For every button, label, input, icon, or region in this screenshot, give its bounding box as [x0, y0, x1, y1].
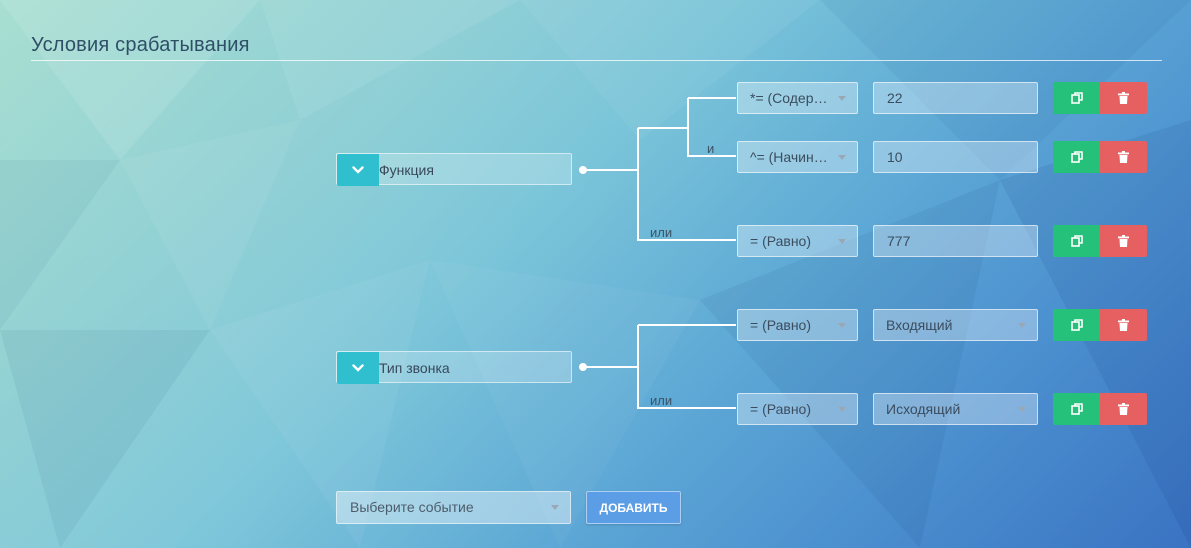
- event-select[interactable]: Выберите событие: [336, 491, 571, 524]
- trash-icon: [1118, 151, 1129, 163]
- condition-field-function[interactable]: Функция: [336, 153, 572, 186]
- caret-down-icon: [551, 505, 559, 510]
- value-input[interactable]: 10: [873, 141, 1038, 173]
- copy-icon: [1070, 235, 1083, 247]
- toggle-button[interactable]: [337, 352, 379, 384]
- delete-button[interactable]: [1100, 141, 1147, 173]
- copy-button[interactable]: [1053, 82, 1100, 114]
- copy-icon: [1070, 403, 1083, 415]
- operator-select[interactable]: *= (Содержит): [737, 82, 858, 114]
- copy-button[interactable]: [1053, 393, 1100, 425]
- trash-icon: [1118, 235, 1129, 247]
- add-button[interactable]: ДОБАВИТЬ: [586, 491, 681, 524]
- delete-button[interactable]: [1100, 225, 1147, 257]
- copy-icon: [1070, 151, 1083, 163]
- field-label: Функция: [379, 162, 434, 178]
- field-label: Тип звонка: [379, 360, 450, 376]
- operator-select[interactable]: = (Равно): [737, 393, 858, 425]
- copy-icon: [1070, 319, 1083, 331]
- connector-or: или: [650, 393, 673, 408]
- condition-field-call-type[interactable]: Тип звонка: [336, 351, 572, 384]
- copy-button[interactable]: [1053, 309, 1100, 341]
- caret-down-icon: [838, 155, 846, 160]
- caret-down-icon: [1018, 407, 1026, 412]
- value-input[interactable]: 777: [873, 225, 1038, 257]
- trash-icon: [1118, 319, 1129, 331]
- trash-icon: [1118, 403, 1129, 415]
- value-select[interactable]: Исходящий: [873, 393, 1038, 425]
- copy-button[interactable]: [1053, 141, 1100, 173]
- caret-down-icon: [838, 323, 846, 328]
- caret-down-icon: [838, 96, 846, 101]
- operator-select[interactable]: ^= (Начинается с): [737, 141, 858, 173]
- delete-button[interactable]: [1100, 309, 1147, 341]
- delete-button[interactable]: [1100, 82, 1147, 114]
- operator-select[interactable]: = (Равно): [737, 309, 858, 341]
- caret-down-icon: [1018, 323, 1026, 328]
- connector-or: или: [650, 225, 673, 240]
- delete-button[interactable]: [1100, 393, 1147, 425]
- value-input[interactable]: 22: [873, 82, 1038, 114]
- operator-select[interactable]: = (Равно): [737, 225, 858, 257]
- connector-and: и: [707, 141, 715, 156]
- chevron-down-icon: [352, 166, 364, 174]
- copy-button[interactable]: [1053, 225, 1100, 257]
- caret-down-icon: [838, 407, 846, 412]
- caret-down-icon: [838, 239, 846, 244]
- trash-icon: [1118, 92, 1129, 104]
- copy-icon: [1070, 92, 1083, 104]
- toggle-button[interactable]: [337, 154, 379, 186]
- value-select[interactable]: Входящий: [873, 309, 1038, 341]
- chevron-down-icon: [352, 364, 364, 372]
